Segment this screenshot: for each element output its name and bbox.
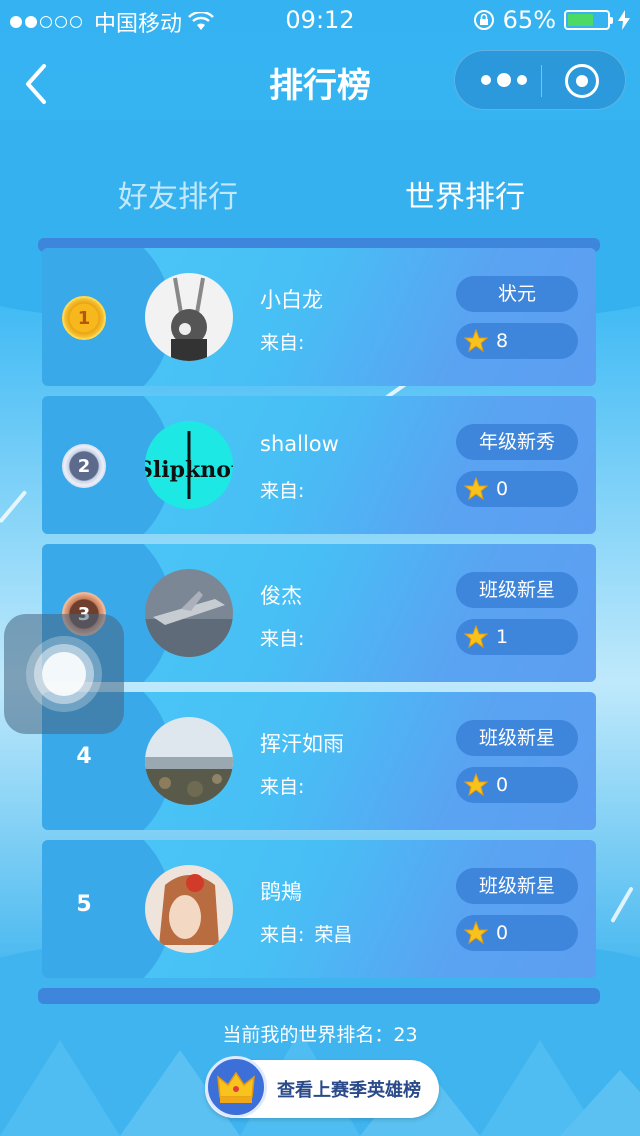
star-count-badge: 0 bbox=[456, 915, 578, 951]
star-count-badge: 1 bbox=[456, 619, 578, 655]
rank-number: 4 bbox=[76, 744, 92, 769]
star-count: 1 bbox=[496, 626, 509, 648]
rank-number: 5 bbox=[76, 892, 92, 917]
star-icon bbox=[464, 773, 488, 797]
player-from: 来自: bbox=[260, 772, 314, 799]
avatar bbox=[145, 717, 233, 805]
avatar bbox=[145, 569, 233, 657]
player-name: 俊杰 bbox=[260, 584, 302, 608]
assistive-touch-button[interactable] bbox=[4, 614, 124, 734]
gold-medal-icon: 1 bbox=[62, 296, 106, 340]
player-name: 小白龙 bbox=[260, 288, 323, 312]
star-icon bbox=[464, 329, 488, 353]
battery-percent: 65% bbox=[502, 6, 556, 34]
star-count-badge: 0 bbox=[456, 767, 578, 803]
star-count: 0 bbox=[496, 478, 509, 500]
star-icon bbox=[464, 477, 488, 501]
from-label: 来自: bbox=[260, 776, 305, 798]
decorative-streak bbox=[0, 490, 28, 524]
player-name: 挥汗如雨 bbox=[260, 732, 344, 756]
star-icon bbox=[464, 625, 488, 649]
ranking-row[interactable]: 1 小白龙 来自: 状元 8 bbox=[42, 248, 596, 386]
avatar: Slipknot bbox=[145, 421, 233, 509]
player-location: 荣昌 bbox=[314, 924, 353, 946]
my-world-rank: 当前我的世界排名：23 bbox=[222, 1024, 418, 1046]
ranking-row[interactable]: 2 Slipknot shallow 来自: 年级新秀 0 bbox=[42, 396, 596, 534]
avatar bbox=[145, 273, 233, 361]
crown-icon bbox=[205, 1056, 267, 1118]
star-count-badge: 0 bbox=[456, 471, 578, 507]
ranking-row[interactable]: 4 挥汗如雨 来自: 班级新星 0 bbox=[42, 692, 596, 830]
rank-title-badge: 年级新秀 bbox=[456, 424, 578, 460]
from-label: 来自: bbox=[260, 480, 305, 502]
more-icon[interactable] bbox=[481, 73, 527, 87]
player-from: 来自: bbox=[260, 624, 314, 651]
rank-title-badge: 状元 bbox=[456, 276, 578, 312]
player-from: 来自: bbox=[260, 328, 314, 355]
star-count: 8 bbox=[496, 330, 509, 352]
list-frame-bottom bbox=[38, 988, 600, 1004]
star-count: 0 bbox=[496, 922, 509, 944]
star-count: 0 bbox=[496, 774, 509, 796]
player-name: shallow bbox=[260, 432, 339, 456]
hero-button-label: 查看上赛季英雄榜 bbox=[277, 1080, 421, 1101]
rank-title-badge: 班级新星 bbox=[456, 572, 578, 608]
tab-friends-ranking[interactable]: 好友排行 bbox=[118, 172, 238, 216]
status-bar: 中国移动 09:12 65% bbox=[0, 0, 640, 40]
capsule-divider bbox=[541, 65, 542, 97]
status-bar-right: 65% bbox=[473, 6, 630, 34]
from-label: 来自: bbox=[260, 628, 305, 650]
ranking-screen: 中国移动 09:12 65% 排行榜 好友排行 世界排行 1 小白龙 来自: 状… bbox=[0, 0, 640, 1136]
battery-icon bbox=[564, 10, 613, 30]
miniprogram-capsule bbox=[454, 50, 626, 110]
player-from: 来自: 荣昌 bbox=[260, 920, 352, 947]
tab-world-ranking[interactable]: 世界排行 bbox=[405, 172, 525, 216]
view-last-season-heroes-button[interactable]: 查看上赛季英雄榜 bbox=[205, 1056, 439, 1118]
orientation-lock-icon bbox=[473, 10, 494, 30]
from-label: 来自: bbox=[260, 332, 305, 354]
decorative-streak bbox=[610, 886, 634, 923]
ranking-row[interactable]: 5 鹍鴂 来自: 荣昌 班级新星 0 bbox=[42, 840, 596, 978]
charging-icon bbox=[618, 10, 630, 30]
rank-title-badge: 班级新星 bbox=[456, 720, 578, 756]
ranking-row[interactable]: 3 俊杰 来自: 班级新星 1 bbox=[42, 544, 596, 682]
silver-medal-icon: 2 bbox=[62, 444, 106, 488]
player-name: 鹍鴂 bbox=[260, 880, 302, 904]
from-label: 来自: bbox=[260, 924, 305, 946]
star-icon bbox=[464, 921, 488, 945]
star-count-badge: 8 bbox=[456, 323, 578, 359]
close-miniprogram-icon[interactable] bbox=[565, 64, 599, 98]
avatar bbox=[145, 865, 233, 953]
rank-title-badge: 班级新星 bbox=[456, 868, 578, 904]
player-from: 来自: bbox=[260, 476, 314, 503]
